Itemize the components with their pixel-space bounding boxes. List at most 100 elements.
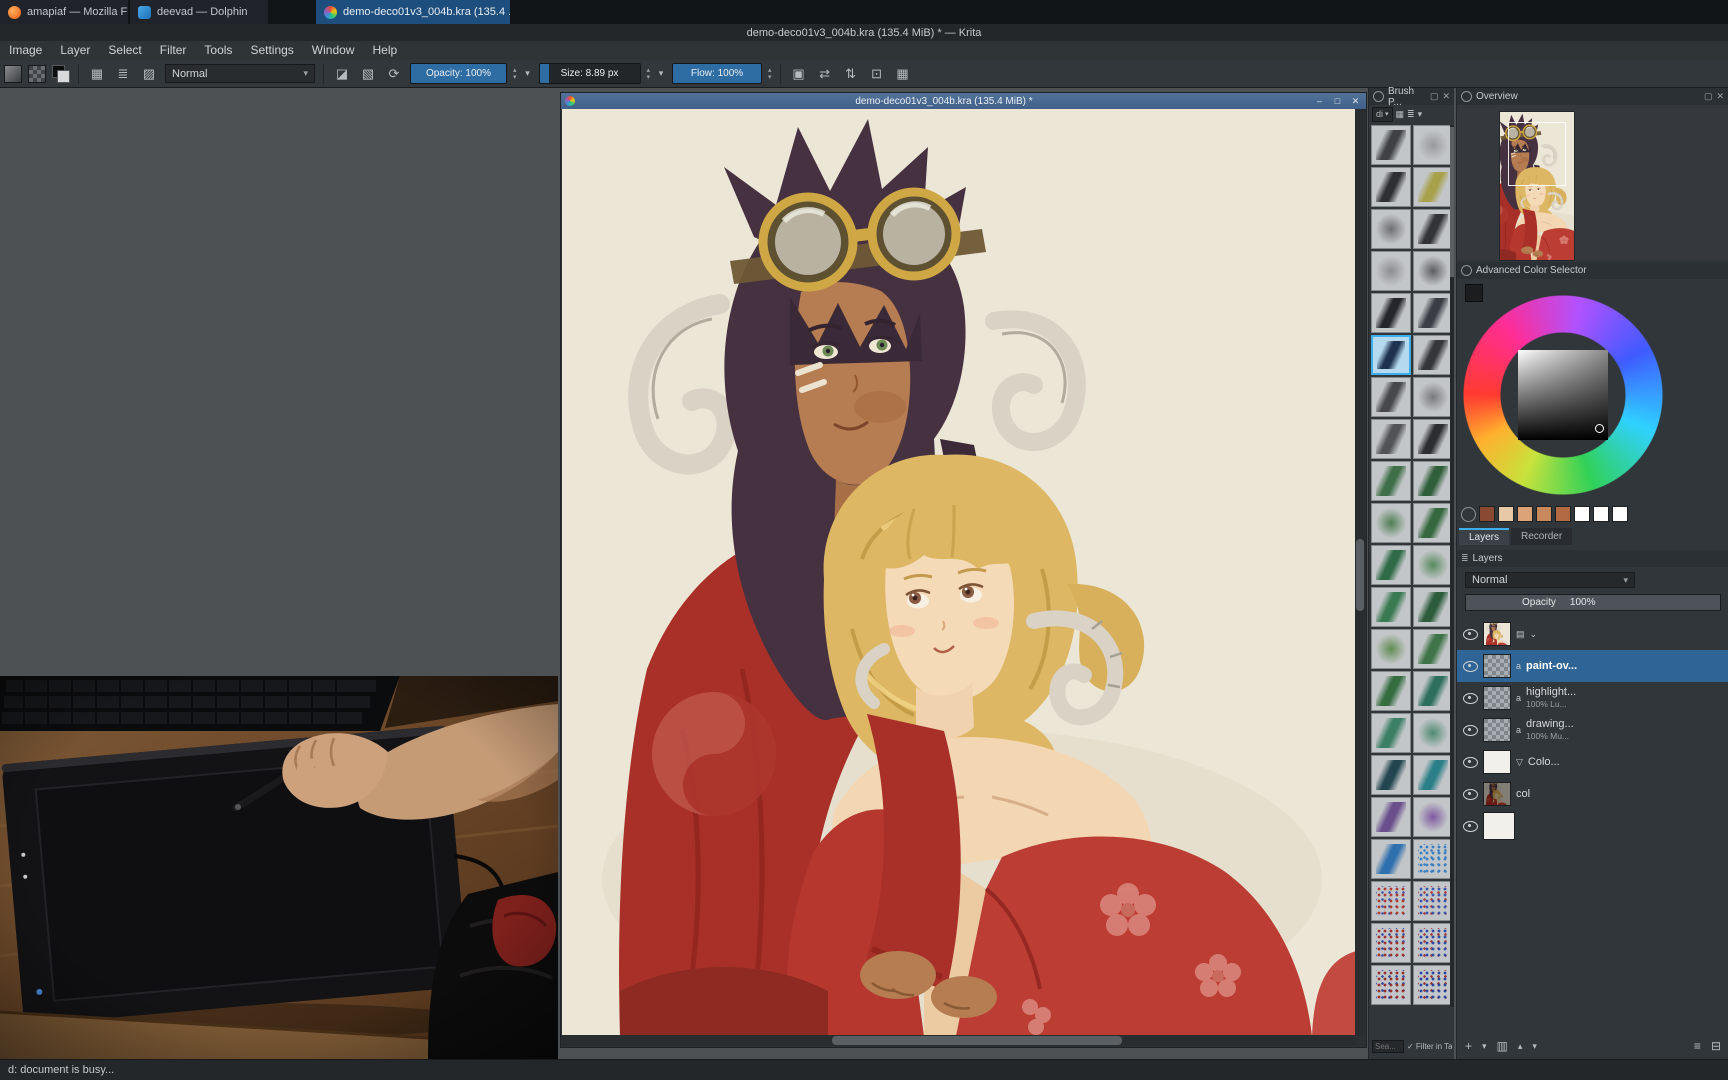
tab-recorder[interactable]: Recorder (1511, 528, 1573, 545)
history-swatch[interactable] (1593, 506, 1609, 522)
flow-spinner[interactable]: ▴ ▾ (768, 67, 772, 81)
overview-docker-header[interactable]: Overview ▢ ✕ (1457, 88, 1728, 105)
menu-tools[interactable]: Tools (195, 41, 241, 60)
size-slider[interactable]: Size: 8.89 px (538, 63, 641, 84)
reload-preset-icon[interactable]: ⟳ (384, 64, 404, 84)
taskbar-item-firefox[interactable]: amapiaf — Mozilla Firefox (0, 0, 128, 24)
clear-history-icon[interactable] (1461, 506, 1476, 522)
menu-window[interactable]: Window (303, 41, 364, 60)
scrollbar-thumb[interactable] (1356, 539, 1364, 611)
canvas-vertical-scrollbar[interactable] (1355, 109, 1365, 1036)
presets-popup-icon[interactable]: ≣ (113, 64, 133, 84)
menu-select[interactable]: Select (99, 41, 150, 60)
scrollbar-thumb[interactable] (832, 1036, 1122, 1045)
brush-preset[interactable] (1371, 293, 1411, 333)
scrollbar-thumb[interactable] (1450, 127, 1454, 277)
visibility-icon[interactable] (1463, 660, 1478, 672)
brush-preset[interactable] (1413, 587, 1453, 627)
brush-preset[interactable] (1413, 377, 1453, 417)
color-selector-settings-button[interactable] (1465, 284, 1483, 302)
brush-preset[interactable] (1371, 503, 1411, 543)
canvas-horizontal-scrollbar[interactable] (562, 1035, 1356, 1046)
opacity-slider[interactable]: Opacity: 100% (410, 63, 507, 84)
minimize-button[interactable]: – (1313, 96, 1326, 107)
layer-opacity-slider[interactable]: Opacity 100% (1465, 594, 1721, 611)
taskbar-item-krita[interactable]: demo-deco01v3_004b.kra (135.4 ... (316, 0, 510, 24)
brush-preset[interactable] (1413, 293, 1453, 333)
size-spinner[interactable]: ▴ ▾ (647, 67, 651, 81)
brush-preset[interactable] (1413, 797, 1453, 837)
opacity-options-icon[interactable]: ▾ (523, 64, 533, 84)
brush-preset[interactable] (1371, 755, 1411, 795)
alpha-icon[interactable]: a (1516, 661, 1521, 671)
spin-up-icon[interactable]: ▴ (513, 67, 517, 74)
close-docker-icon[interactable]: ✕ (1442, 91, 1450, 102)
docker-options-icon[interactable]: ▾ (1418, 109, 1423, 120)
brush-preset[interactable] (1371, 461, 1411, 501)
visibility-icon[interactable] (1463, 788, 1478, 800)
layer-properties-button[interactable]: ≡ (1694, 1039, 1701, 1053)
display-mode-select[interactable]: di ▾ (1372, 106, 1393, 122)
visibility-icon[interactable] (1463, 628, 1478, 640)
trim-icon[interactable]: ⊡ (867, 64, 887, 84)
history-swatch[interactable] (1555, 506, 1571, 522)
menu-filter[interactable]: Filter (151, 41, 196, 60)
overview-view-rect[interactable] (1508, 122, 1566, 186)
brush-preset[interactable] (1371, 839, 1411, 879)
brush-search-input[interactable] (1372, 1039, 1404, 1053)
layer-row[interactable]: a drawing... 100% Mu... (1457, 714, 1728, 746)
menu-help[interactable]: Help (363, 41, 406, 60)
brush-preset[interactable] (1371, 881, 1411, 921)
brush-preset[interactable] (1413, 881, 1453, 921)
eraser-mode-icon[interactable]: ◪ (332, 64, 352, 84)
move-layer-down-button[interactable]: ▾ (1532, 1041, 1537, 1052)
menu-image[interactable]: Image (0, 41, 51, 60)
brush-preset[interactable] (1371, 125, 1411, 165)
flow-slider[interactable]: Flow: 100% (672, 63, 763, 84)
save-preset-icon[interactable]: ▣ (789, 64, 809, 84)
brush-preset[interactable] (1371, 965, 1411, 1005)
brush-preset[interactable] (1413, 125, 1453, 165)
canvas[interactable] (562, 109, 1356, 1036)
overview-thumbnail[interactable] (1499, 111, 1575, 261)
spin-down-icon[interactable]: ▾ (768, 74, 772, 81)
brush-preset[interactable] (1371, 671, 1411, 711)
menu-layer[interactable]: Layer (51, 41, 99, 60)
layers-docker-header[interactable]: ≣ Layers (1457, 550, 1728, 567)
visibility-icon[interactable] (1463, 692, 1478, 704)
layer-row[interactable]: col (1457, 778, 1728, 810)
filter-in-tag-label[interactable]: Filter in Tag (1416, 1042, 1452, 1051)
taskbar-item-dolphin[interactable]: deevad — Dolphin (130, 0, 268, 24)
close-docker-icon[interactable]: ✕ (1716, 91, 1724, 102)
brush-preset[interactable] (1413, 839, 1453, 879)
subwindow-titlebar[interactable]: demo-deco01v3_004b.kra (135.4 MiB) * – □… (561, 93, 1366, 109)
history-swatch[interactable] (1498, 506, 1514, 522)
brush-preset[interactable] (1413, 251, 1453, 291)
brush-preset[interactable] (1413, 629, 1453, 669)
spin-up-icon[interactable]: ▴ (768, 67, 772, 74)
move-layer-up-button[interactable]: ▴ (1518, 1041, 1523, 1052)
brush-settings-icon[interactable]: ▦ (87, 64, 107, 84)
brush-preset[interactable] (1413, 545, 1453, 585)
brush-preset[interactable] (1371, 629, 1411, 669)
brush-preset[interactable] (1413, 461, 1453, 501)
color-selector-header[interactable]: Advanced Color Selector (1457, 262, 1728, 279)
brush-preset[interactable] (1371, 209, 1411, 249)
size-options-icon[interactable]: ▾ (656, 64, 666, 84)
gradient-swatch[interactable] (4, 64, 22, 83)
layer-blending-mode-select[interactable]: Normal ▾ (1465, 572, 1635, 588)
visibility-icon[interactable] (1463, 724, 1478, 736)
delete-layer-button[interactable]: ⊟ (1711, 1039, 1721, 1053)
spin-down-icon[interactable]: ▾ (513, 74, 517, 81)
brush-preset[interactable] (1371, 419, 1411, 459)
alpha-icon[interactable]: a (1516, 725, 1521, 735)
history-swatch[interactable] (1536, 506, 1552, 522)
add-layer-button[interactable]: + (1465, 1039, 1472, 1053)
brush-grid-scrollbar[interactable] (1450, 125, 1454, 1007)
brush-preset[interactable] (1371, 251, 1411, 291)
layer-row[interactable]: ▽ Colo... (1457, 746, 1728, 778)
mirror-horizontal-icon[interactable]: ⇄ (815, 64, 835, 84)
brush-preset[interactable] (1413, 503, 1453, 543)
opacity-spinner[interactable]: ▴ ▾ (513, 67, 517, 81)
foreground-background-swatch[interactable] (52, 64, 70, 83)
